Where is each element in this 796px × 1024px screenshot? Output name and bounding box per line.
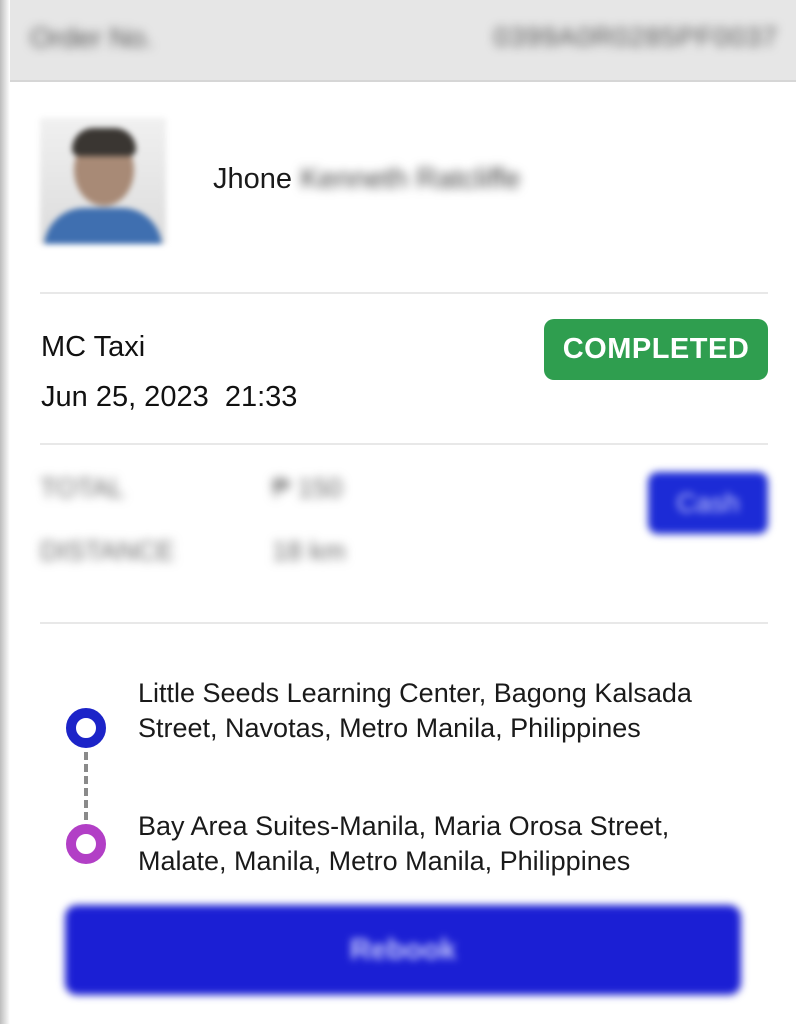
total-value: ₱ 150 — [272, 473, 343, 503]
order-detail-screen: Order No. 0399A0R0285PF0037 Jhone Kennet… — [0, 0, 796, 1024]
divider — [40, 292, 768, 294]
divider — [40, 443, 768, 445]
driver-avatar — [40, 118, 166, 244]
total-label: TOTAL — [40, 473, 125, 503]
payment-method-badge: Cash — [648, 472, 768, 534]
distance-value: 18 km — [272, 536, 346, 566]
service-name: MC Taxi — [41, 331, 146, 363]
order-number-value: 0399A0R0285PF0037 — [493, 22, 778, 52]
driver-name-obscured: Kenneth Ratcliffe — [300, 163, 521, 195]
driver-name: Jhone Kenneth Ratcliffe — [213, 163, 520, 196]
distance-label: DISTANCE — [40, 536, 175, 566]
divider — [40, 622, 768, 624]
dropoff-address: Bay Area Suites-Manila, Maria Orosa Stre… — [138, 811, 670, 876]
pickup-marker-icon — [66, 708, 106, 748]
order-number-label: Order No. — [30, 22, 153, 53]
dropoff-marker-icon — [66, 824, 106, 864]
trip-datetime: Jun 25, 2023 21:33 — [41, 381, 298, 413]
rebook-button[interactable]: Rebook — [65, 905, 741, 995]
route-connector — [84, 752, 88, 820]
order-header: Order No. 0399A0R0285PF0037 — [0, 0, 796, 82]
edge-shadow — [0, 0, 10, 1024]
status-badge: COMPLETED — [544, 319, 768, 380]
driver-first-name: Jhone — [213, 163, 293, 195]
pickup-address: Little Seeds Learning Center, Bagong Kal… — [138, 678, 692, 743]
